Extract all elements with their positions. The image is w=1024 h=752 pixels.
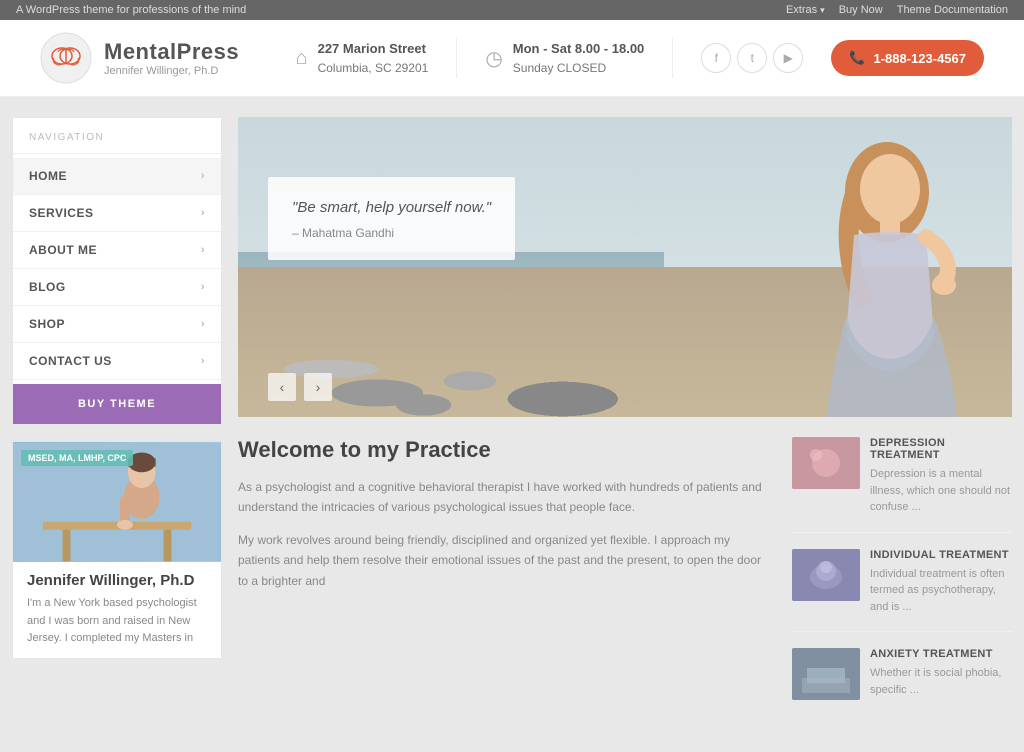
profile-card: MSED, MA, LMHP, CPC Jennifer Willinger, …: [12, 441, 222, 659]
phone-number: 1-888-123-4567: [873, 51, 966, 66]
extras-label: Extras: [786, 4, 817, 16]
quote-author: – Mahatma Gandhi: [292, 226, 491, 240]
header-info: ⌂ 227 Marion Street Columbia, SC 29201 ◷…: [296, 38, 985, 78]
woman-figure-icon: [782, 137, 982, 417]
individual-thumb: [792, 549, 860, 601]
header-separator-2: [672, 38, 673, 78]
chevron-right-icon: ›: [201, 170, 205, 182]
youtube-icon[interactable]: ▶: [773, 43, 803, 73]
chevron-down-icon: ▾: [820, 5, 825, 16]
phone-icon: 📞: [849, 50, 865, 66]
chevron-right-icon-3: ›: [201, 244, 205, 256]
sidebar-item-home-label: HOME: [29, 169, 67, 183]
sidebar-item-contact-label: CONTACT US: [29, 354, 112, 368]
individual-desc: Individual treatment is often termed as …: [870, 566, 1012, 616]
depression-title: DEPRESSION TREATMENT: [870, 437, 1012, 461]
address-text: 227 Marion Street Columbia, SC 29201: [318, 39, 429, 77]
twitter-icon[interactable]: t: [737, 43, 767, 73]
theme-docs-link[interactable]: Theme Documentation: [897, 4, 1008, 16]
welcome-title: Welcome to my Practice: [238, 437, 772, 463]
sidebar-item-about-label: ABOUT ME: [29, 243, 97, 257]
sidebar-nav: NAVIGATION HOME › SERVICES › ABOUT ME › …: [12, 117, 222, 425]
buy-now-link[interactable]: Buy Now: [839, 4, 883, 16]
main-content: "Be smart, help yourself now." – Mahatma…: [238, 117, 1012, 732]
slider-controls: ‹ ›: [268, 373, 332, 401]
sidebar: NAVIGATION HOME › SERVICES › ABOUT ME › …: [12, 117, 222, 732]
chevron-right-icon-6: ›: [201, 355, 205, 367]
depression-desc: Depression is a mental illness, which on…: [870, 466, 1012, 516]
logo-area: MentalPress Jennifer Willinger, Ph.D: [40, 32, 239, 84]
hours-text: Mon - Sat 8.00 - 18.00 Sunday CLOSED: [513, 39, 645, 77]
buy-theme-button[interactable]: BUY THEME: [13, 384, 221, 424]
home-icon: ⌂: [296, 47, 308, 70]
clock-icon: ◷: [485, 46, 502, 71]
header-separator: [456, 38, 457, 78]
address-line1: 227 Marion Street: [318, 41, 426, 56]
admin-bar: A WordPress theme for professions of the…: [0, 0, 1024, 20]
sidebar-item-blog[interactable]: BLOG ›: [13, 269, 221, 306]
sidebar-item-shop-label: SHOP: [29, 317, 65, 331]
welcome-text: Welcome to my Practice As a psychologist…: [238, 437, 772, 732]
sidebar-item-services-label: SERVICES: [29, 206, 93, 220]
anxiety-info: ANXIETY TREATMENT Whether it is social p…: [870, 648, 1012, 700]
site-name: MentalPress: [104, 39, 239, 65]
admin-bar-right: Extras ▾ Buy Now Theme Documentation: [786, 4, 1008, 16]
content-section: Welcome to my Practice As a psychologist…: [238, 437, 1012, 732]
social-icons: f t ▶: [701, 43, 803, 73]
logo-text: MentalPress Jennifer Willinger, Ph.D: [104, 39, 239, 77]
welcome-para1: As a psychologist and a cognitive behavi…: [238, 477, 772, 518]
individual-info: INDIVIDUAL TREATMENT Individual treatmen…: [870, 549, 1012, 616]
sidebar-item-blog-label: BLOG: [29, 280, 66, 294]
profile-bio: I'm a New York based psychologist and I …: [27, 595, 207, 648]
treatment-cards: DEPRESSION TREATMENT Depression is a men…: [792, 437, 1012, 732]
hours-block: ◷ Mon - Sat 8.00 - 18.00 Sunday CLOSED: [485, 39, 644, 77]
welcome-para2: My work revolves around being friendly, …: [238, 530, 772, 591]
depression-thumb: [792, 437, 860, 489]
phone-button[interactable]: 📞 1-888-123-4567: [831, 40, 984, 76]
sidebar-item-services[interactable]: SERVICES ›: [13, 195, 221, 232]
quote-text: "Be smart, help yourself now.": [292, 197, 491, 218]
extras-menu[interactable]: Extras ▾: [786, 4, 825, 16]
main-wrapper: NAVIGATION HOME › SERVICES › ABOUT ME › …: [0, 97, 1024, 752]
slider-prev-button[interactable]: ‹: [268, 373, 296, 401]
site-subtitle: Jennifer Willinger, Ph.D: [104, 65, 239, 77]
admin-bar-text: A WordPress theme for professions of the…: [16, 4, 246, 16]
profile-badge: MSED, MA, LMHP, CPC: [21, 450, 133, 466]
treatment-card-individual: INDIVIDUAL TREATMENT Individual treatmen…: [792, 549, 1012, 633]
slider-background: [238, 117, 1012, 417]
hours-line2: Sunday CLOSED: [513, 61, 606, 75]
address-block: ⌂ 227 Marion Street Columbia, SC 29201: [296, 39, 429, 77]
anxiety-thumb: [792, 648, 860, 700]
facebook-icon[interactable]: f: [701, 43, 731, 73]
profile-name: Jennifer Willinger, Ph.D: [27, 572, 207, 589]
hours-line1: Mon - Sat 8.00 - 18.00: [513, 41, 645, 56]
anxiety-desc: Whether it is social phobia, specific ..…: [870, 665, 1012, 698]
sidebar-item-shop[interactable]: SHOP ›: [13, 306, 221, 343]
individual-title: INDIVIDUAL TREATMENT: [870, 549, 1012, 561]
profile-info: Jennifer Willinger, Ph.D I'm a New York …: [13, 562, 221, 658]
nav-label: NAVIGATION: [13, 132, 221, 154]
address-line2: Columbia, SC 29201: [318, 61, 429, 75]
hero-slider: "Be smart, help yourself now." – Mahatma…: [238, 117, 1012, 417]
sidebar-item-home[interactable]: HOME ›: [13, 158, 221, 195]
treatment-card-anxiety: ANXIETY TREATMENT Whether it is social p…: [792, 648, 1012, 716]
treatment-card-depression: DEPRESSION TREATMENT Depression is a men…: [792, 437, 1012, 533]
site-header: MentalPress Jennifer Willinger, Ph.D ⌂ 2…: [0, 20, 1024, 97]
brain-logo-icon: [40, 32, 92, 84]
quote-box: "Be smart, help yourself now." – Mahatma…: [268, 177, 515, 260]
profile-image: MSED, MA, LMHP, CPC: [13, 442, 221, 562]
sidebar-item-about[interactable]: ABOUT ME ›: [13, 232, 221, 269]
slider-next-button[interactable]: ›: [304, 373, 332, 401]
chevron-right-icon-5: ›: [201, 318, 205, 330]
chevron-right-icon-4: ›: [201, 281, 205, 293]
anxiety-title: ANXIETY TREATMENT: [870, 648, 1012, 660]
depression-info: DEPRESSION TREATMENT Depression is a men…: [870, 437, 1012, 516]
profile-image-placeholder: MSED, MA, LMHP, CPC: [13, 442, 221, 562]
sidebar-item-contact[interactable]: CONTACT US ›: [13, 343, 221, 380]
chevron-right-icon-2: ›: [201, 207, 205, 219]
